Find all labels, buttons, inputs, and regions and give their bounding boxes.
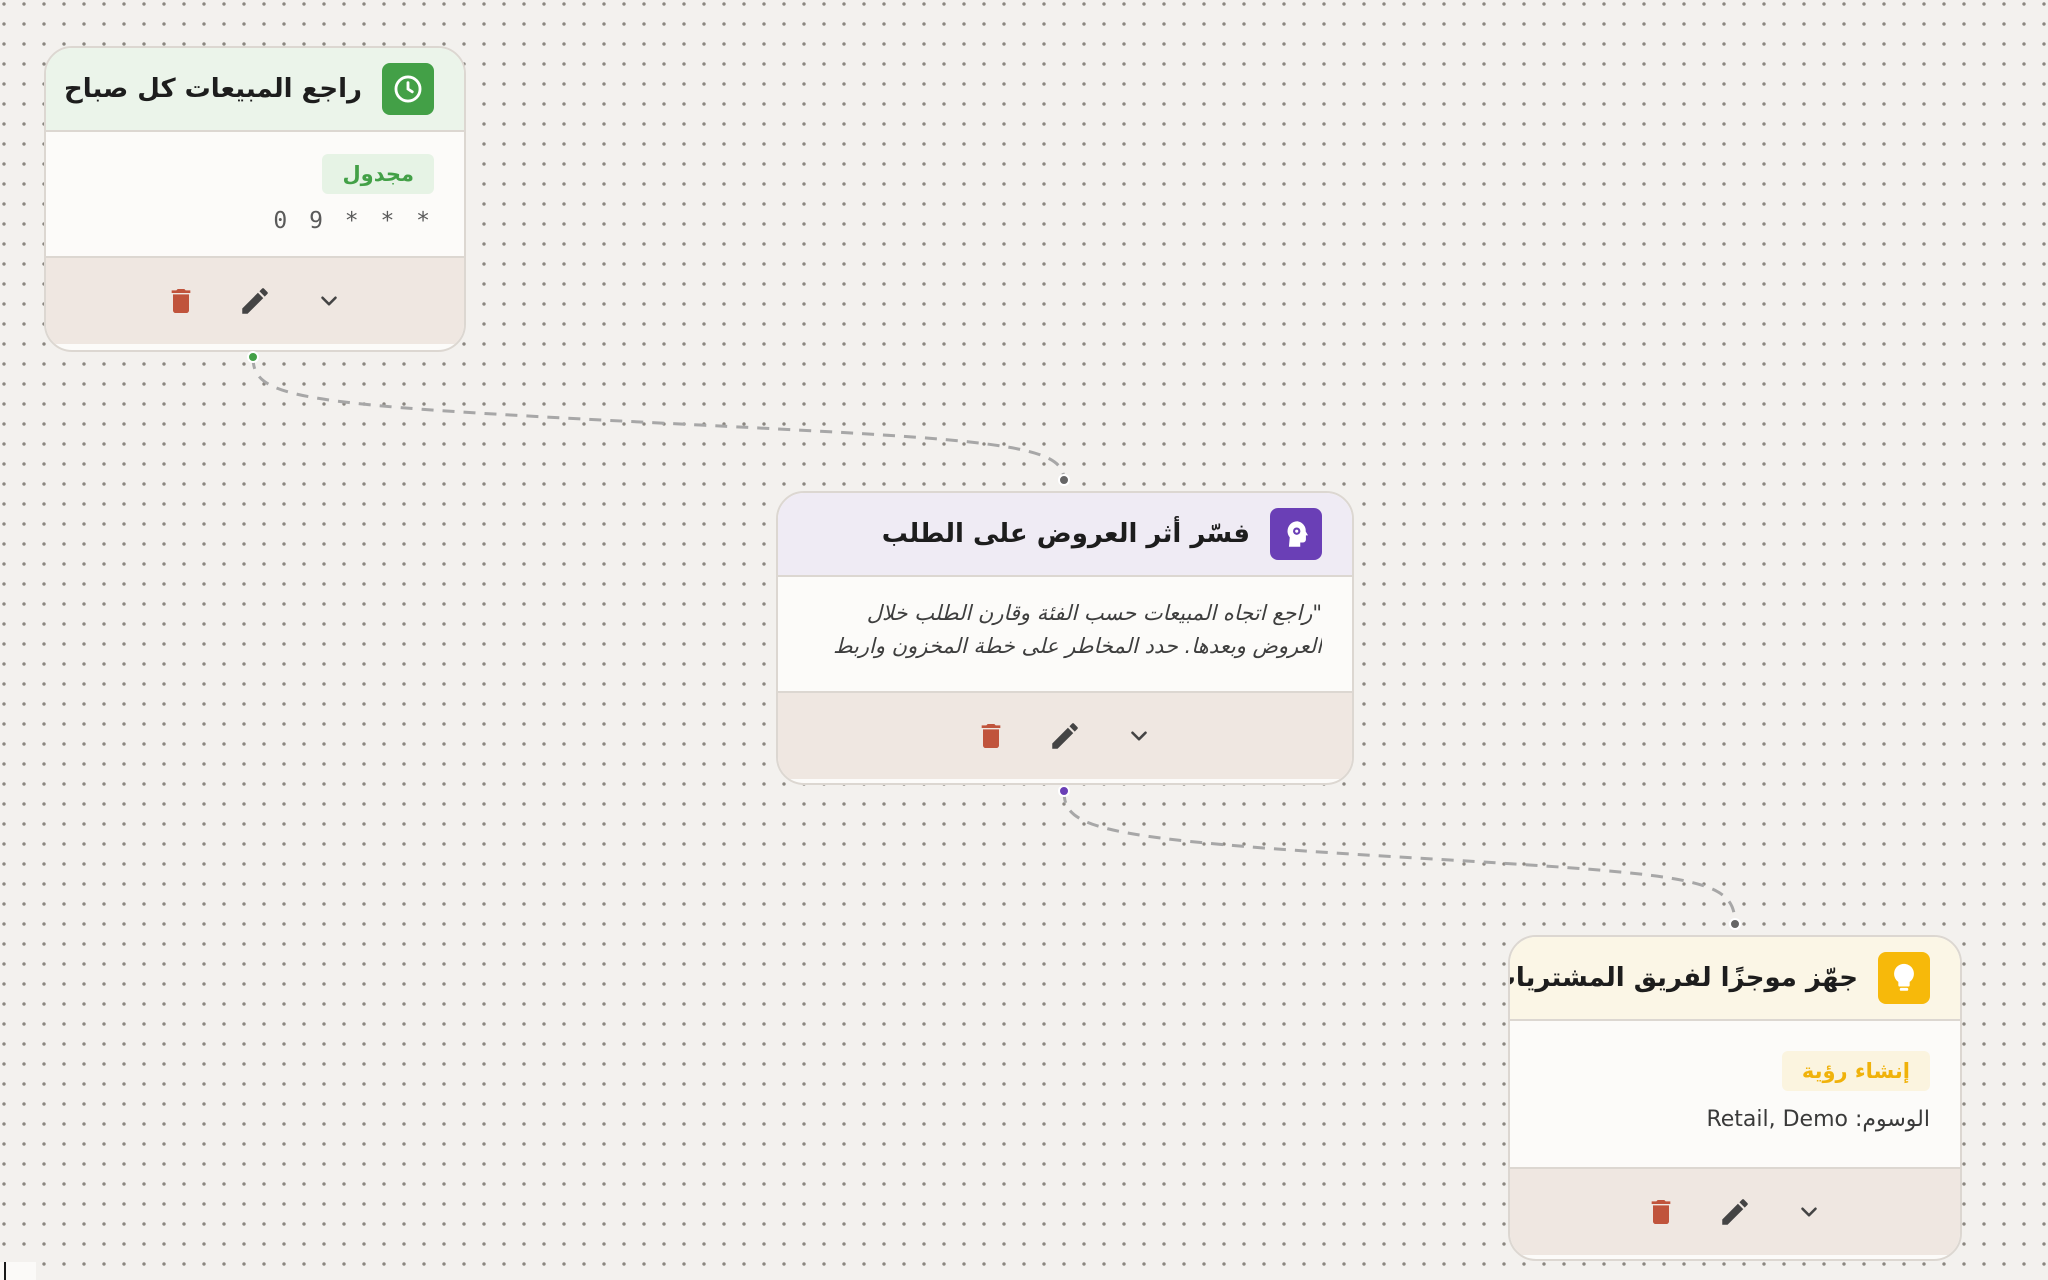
node-header[interactable]: راجع المبيعات كل صباح [46,48,464,132]
input-port[interactable] [1729,918,1741,930]
input-port[interactable] [1058,474,1070,486]
edit-button[interactable] [1717,1194,1753,1230]
chevron-down-icon [1131,731,1147,741]
clock-icon [382,63,434,115]
chevron-down-icon [321,296,337,306]
brain-gear-icon [1270,508,1322,560]
connection-prompt-to-insight [1062,790,1737,925]
node-body: إنشاء رؤية الوسوم: Retail, Demo [1510,1021,1960,1169]
prompt-line: "راجع اتجاه المبيعات حسب الفئة وقارن الط… [866,601,1322,625]
expand-button[interactable] [311,283,347,319]
node-title: جهّز موجزًا لفريق المشتريات [1508,963,1858,993]
edit-button[interactable] [237,283,273,319]
pencil-icon [242,288,268,314]
text-cursor [4,1262,6,1280]
node-body: مجدول 0 9 * * * [46,132,464,258]
node-body: "راجع اتجاه المبيعات حسب الفئة وقارن الط… [778,577,1352,693]
node-toolbar [778,693,1352,779]
tags-text: الوسوم: Retail, Demo [1706,1107,1930,1132]
output-port[interactable] [1058,785,1070,797]
edit-button[interactable] [1047,718,1083,754]
node-type-badge: مجدول [322,154,434,194]
expand-button[interactable] [1791,1194,1827,1230]
prompt-line: العروض وبعدها. حدد المخاطر على خطة المخز… [833,634,1322,658]
pencil-icon [1722,1199,1748,1225]
expand-button[interactable] [1121,718,1157,754]
delete-button[interactable] [973,718,1009,754]
schedule-trigger-node[interactable]: راجع المبيعات كل صباح مجدول 0 9 * * * [44,46,466,352]
insight-node[interactable]: جهّز موجزًا لفريق المشتريات إنشاء رؤية ا… [1508,935,1962,1261]
node-header[interactable]: فسّر أثر العروض على الطلب [778,493,1352,577]
ai-prompt-node[interactable]: فسّر أثر العروض على الطلب "راجع اتجاه ال… [776,491,1354,785]
connection-trigger-to-prompt [251,356,1066,481]
cron-text: 0 9 * * * [273,208,434,234]
chevron-down-icon [1801,1207,1817,1217]
output-port[interactable] [247,351,259,363]
workflow-canvas[interactable]: راجع المبيعات كل صباح مجدول 0 9 * * * فس… [0,0,2048,1280]
trash-icon [171,289,191,313]
lightbulb-icon [1878,952,1930,1004]
trash-icon [981,724,1001,748]
node-type-badge: إنشاء رؤية [1781,1051,1930,1091]
cron-expression: 0 9 * * * [76,208,434,234]
delete-button[interactable] [1643,1194,1679,1230]
node-toolbar [46,258,464,344]
delete-button[interactable] [163,283,199,319]
node-title: راجع المبيعات كل صباح [64,74,362,104]
pencil-icon [1052,723,1078,749]
node-header[interactable]: جهّز موجزًا لفريق المشتريات [1510,937,1960,1021]
trash-icon [1651,1200,1671,1224]
node-toolbar [1510,1169,1960,1255]
node-title: فسّر أثر العروض على الطلب [881,519,1250,549]
